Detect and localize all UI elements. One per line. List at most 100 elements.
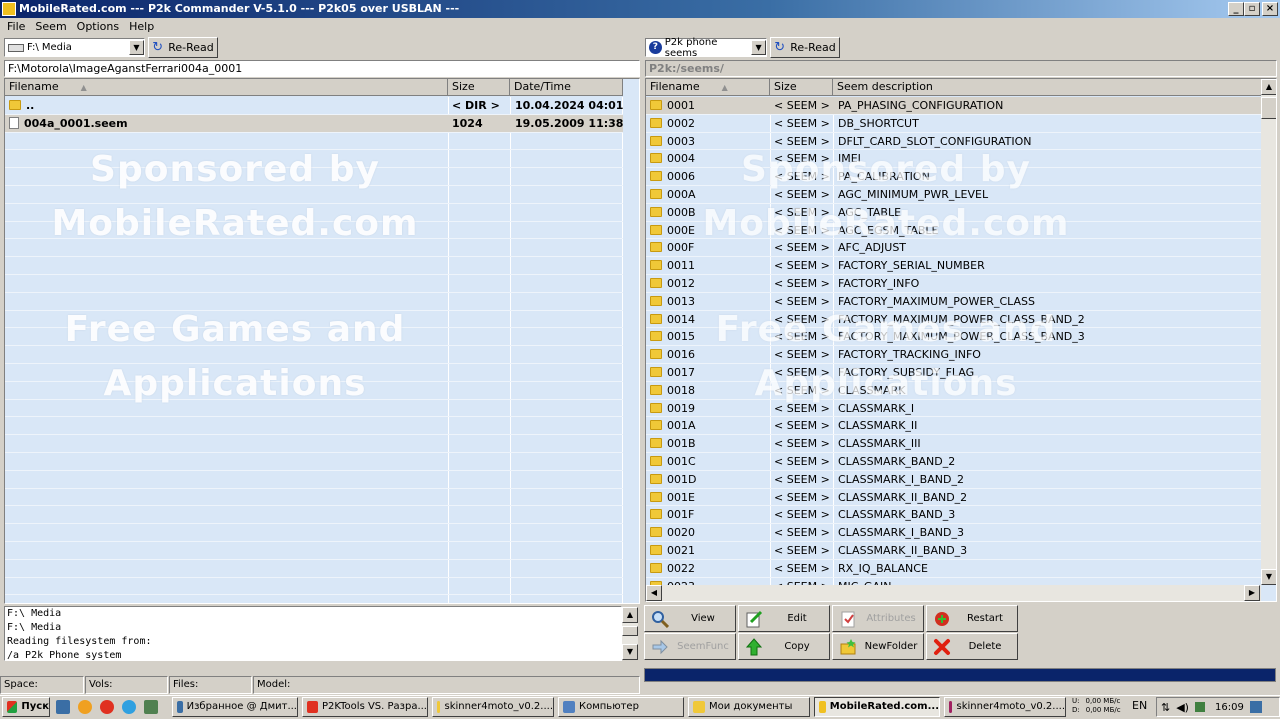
seem-row[interactable]: 001A < SEEM > CLASSMARK_II	[646, 417, 1261, 436]
menu-options[interactable]: Options	[72, 20, 124, 33]
seem-row[interactable]: 000E < SEEM > AGC_EGSM_TABLE	[646, 222, 1261, 240]
seem-row[interactable]: 0004 < SEEM > IMEI	[646, 150, 1261, 169]
left-path-field[interactable]: F:\Motorola\ImageAganstFerrari004a_0001	[4, 60, 640, 77]
volume-icon[interactable]: ◀)	[1176, 701, 1189, 714]
seem-row[interactable]: 0011 < SEEM > FACTORY_SERIAL_NUMBER	[646, 257, 1261, 275]
empty-row	[5, 400, 623, 418]
folder-icon	[650, 545, 662, 555]
log-output: F:\ Media F:\ Media Reading filesystem f…	[4, 606, 622, 661]
seem-size: < SEEM >	[774, 170, 830, 184]
seem-row[interactable]: 0016 < SEEM > FACTORY_TRACKING_INFO	[646, 346, 1261, 364]
seem-row[interactable]: 0015 < SEEM > FACTORY_MAXIMUM_POWER_CLASS_…	[646, 328, 1261, 347]
right-drive-select[interactable]: ? P2k phone seems ▼	[645, 37, 767, 59]
seem-row[interactable]: 0013 < SEEM > FACTORY_MAXIMUM_POWER_CLASS	[646, 293, 1261, 311]
taskbar-item[interactable]: Компьютер	[558, 697, 684, 717]
delete-button[interactable]: Delete	[926, 633, 1018, 660]
seem-row[interactable]: 0022 < SEEM > RX_IQ_BALANCE	[646, 560, 1261, 578]
attributes-button[interactable]: Attributes	[832, 605, 924, 632]
scroll-up-icon[interactable]: ▲	[1261, 79, 1276, 95]
scroll-left-icon[interactable]: ◀	[646, 585, 662, 601]
quicklaunch-icon[interactable]	[78, 700, 92, 714]
menu-help[interactable]: Help	[124, 20, 159, 33]
seem-description: CLASSMARK_II_BAND_3	[838, 544, 968, 557]
taskbar-item[interactable]: Мои документы	[688, 697, 810, 717]
seem-row[interactable]: 001E < SEEM > CLASSMARK_II_BAND_2	[646, 489, 1261, 507]
right-reread-button[interactable]: ↻ Re-Read	[770, 37, 840, 58]
seem-row[interactable]: 0018 < SEEM > CLASSMARK	[646, 382, 1261, 400]
maximize-button[interactable]: ▫	[1244, 2, 1260, 16]
seem-row[interactable]: 0019 < SEEM > CLASSMARK_I	[646, 400, 1261, 418]
taskbar-item-active[interactable]: MobileRated.com...	[814, 697, 940, 717]
seem-row[interactable]: 0002 < SEEM > DB_SHORTCUT	[646, 115, 1261, 133]
restart-button[interactable]: Restart	[926, 605, 1018, 632]
seem-row[interactable]: 000A < SEEM > AGC_MINIMUM_PWR_LEVEL	[646, 186, 1261, 204]
left-reread-button[interactable]: ↻ Re-Read	[148, 37, 218, 58]
left-file-panel[interactable]: Filename ▲ Size Date/Time .. < DIR > 10.04.…	[4, 78, 640, 604]
seem-row[interactable]: 001B < SEEM > CLASSMARK_III	[646, 435, 1261, 453]
menu-seem[interactable]: Seem	[30, 20, 71, 33]
seem-row[interactable]: 001D < SEEM > CLASSMARK_I_BAND_2	[646, 471, 1261, 489]
chevron-down-icon[interactable]: ▼	[751, 40, 766, 55]
seem-row[interactable]: 0014 < SEEM > FACTORY_MAXIMUM_POWER_CLASS_…	[646, 311, 1261, 329]
right-col-filename[interactable]: Filename ▲	[646, 79, 770, 96]
taskbar-item[interactable]: Избранное @ Дмит...	[172, 697, 298, 717]
seem-row[interactable]: 000F < SEEM > AFC_ADJUST	[646, 239, 1261, 258]
quicklaunch-icon[interactable]	[144, 700, 158, 714]
yandex-browser-icon[interactable]	[100, 700, 114, 714]
network-icon[interactable]: ⇅	[1161, 701, 1170, 714]
copy-button[interactable]: Copy	[738, 633, 830, 660]
seem-row[interactable]: 0012 < SEEM > FACTORY_INFO	[646, 275, 1261, 293]
right-col-desc[interactable]: Seem description	[833, 79, 1263, 96]
taskbar-item[interactable]: skinner4moto_v0.2....	[944, 697, 1066, 717]
seem-row[interactable]: 001C < SEEM > CLASSMARK_BAND_2	[646, 453, 1261, 471]
view-button[interactable]: View	[644, 605, 736, 632]
folder-icon	[650, 491, 662, 502]
left-reread-label: Re-Read	[168, 41, 214, 54]
seem-size: < SEEM >	[774, 526, 830, 540]
left-col-date[interactable]: Date/Time	[510, 79, 623, 96]
right-vertical-scrollbar[interactable]	[1261, 79, 1276, 585]
seem-row[interactable]: 0006 < SEEM > PA_CALIBRATION	[646, 168, 1261, 186]
tray-icon[interactable]	[1249, 701, 1262, 713]
twitter-icon[interactable]	[122, 700, 136, 714]
taskbar-item[interactable]: skinner4moto_v0.2....	[432, 697, 554, 717]
file-date: 10.04.2024 04:01	[515, 99, 623, 112]
start-button[interactable]: Пуск	[2, 697, 50, 717]
chevron-down-icon[interactable]: ▼	[129, 40, 144, 55]
seemfunc-button[interactable]: SeemFunc	[644, 633, 736, 660]
folder-icon	[650, 171, 662, 182]
tray-icon[interactable]	[1194, 702, 1205, 712]
scroll-thumb[interactable]	[622, 626, 638, 636]
table-row[interactable]: .. < DIR > 10.04.2024 04:01	[5, 97, 623, 115]
right-path-field[interactable]: P2k:/seems/	[645, 60, 1277, 77]
scroll-down-icon[interactable]: ▼	[1261, 569, 1276, 585]
close-button[interactable]: ×	[1262, 2, 1278, 16]
right-horizontal-scrollbar[interactable]	[646, 585, 1261, 601]
left-drive-select[interactable]: F:\ Media ▼	[4, 38, 145, 57]
seem-row[interactable]: 001F < SEEM > CLASSMARK_BAND_3	[646, 506, 1261, 525]
taskbar-item[interactable]: P2KTools VS. Разра...	[302, 697, 428, 717]
seem-row[interactable]: 0003 < SEEM > DFLT_CARD_SLOT_CONFIGURATION	[646, 133, 1261, 151]
scroll-right-icon[interactable]: ▶	[1244, 585, 1260, 601]
seem-row[interactable]: 0021 < SEEM > CLASSMARK_II_BAND_3	[646, 542, 1261, 560]
table-row[interactable]: 004a_0001.seem 1024 19.05.2009 11:38	[5, 114, 623, 133]
empty-row	[5, 542, 623, 560]
seem-row[interactable]: 0001 < SEEM > PA_PHASING_CONFIGURATION	[646, 97, 1261, 115]
right-col-size[interactable]: Size	[770, 79, 833, 96]
minimize-button[interactable]: _	[1228, 2, 1244, 16]
scroll-down-icon[interactable]: ▼	[622, 644, 638, 660]
scroll-thumb[interactable]	[1261, 97, 1276, 119]
right-file-panel[interactable]: Filename ▲ Size Seem description 0001 < SE…	[645, 78, 1277, 602]
seem-row[interactable]: 0017 < SEEM > FACTORY_SUBSIDY_FLAG	[646, 364, 1261, 382]
refresh-icon: ↻	[152, 40, 164, 55]
left-col-size[interactable]: Size	[448, 79, 510, 96]
left-col-filename[interactable]: Filename ▲	[5, 79, 448, 96]
new-folder-button[interactable]: NewFolder	[832, 633, 924, 660]
seem-row[interactable]: 000B < SEEM > AGC_TABLE	[646, 204, 1261, 222]
language-indicator[interactable]: EN	[1132, 699, 1147, 712]
menu-file[interactable]: File	[2, 20, 30, 33]
show-desktop-icon[interactable]	[56, 700, 70, 714]
seem-row[interactable]: 0020 < SEEM > CLASSMARK_I_BAND_3	[646, 524, 1261, 542]
edit-button[interactable]: Edit	[738, 605, 830, 632]
scroll-up-icon[interactable]: ▲	[622, 607, 638, 623]
